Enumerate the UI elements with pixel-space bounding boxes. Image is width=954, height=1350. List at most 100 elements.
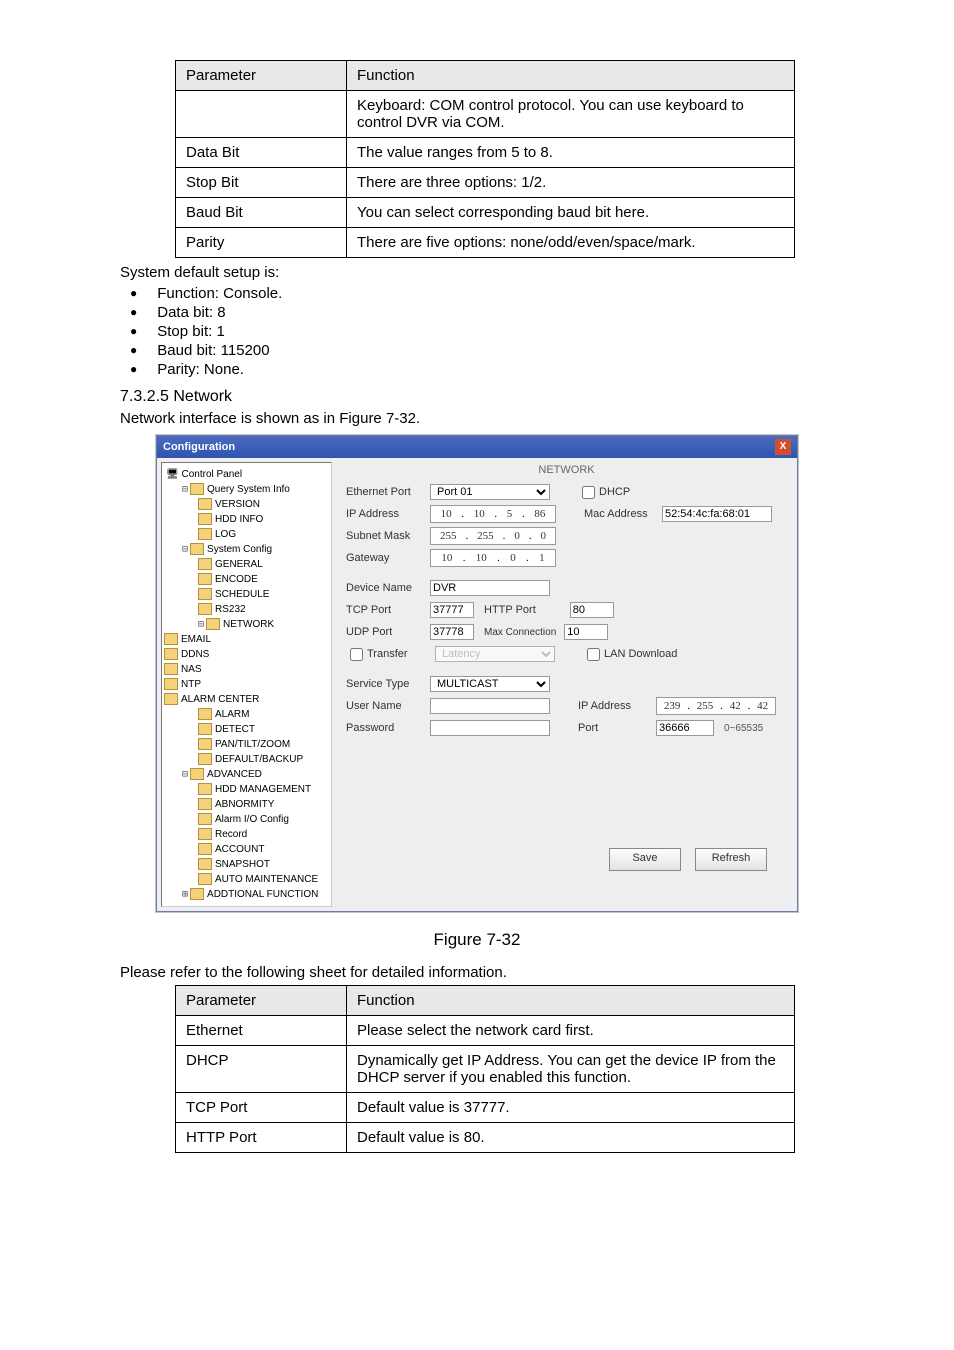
network-parameter-table: Parameter Function EthernetPlease select… <box>175 985 795 1153</box>
gateway-label: Gateway <box>346 552 430 564</box>
udp-port-input[interactable] <box>430 624 474 640</box>
table-row: Data BitThe value ranges from 5 to 8. <box>176 138 795 168</box>
col-parameter: Parameter <box>176 61 347 91</box>
folder-icon <box>164 693 178 705</box>
tree-node[interactable]: RS232 <box>164 602 329 617</box>
folder-icon <box>198 708 212 720</box>
folder-icon <box>164 678 178 690</box>
password-input[interactable] <box>430 720 550 736</box>
tree-node[interactable]: HDD MANAGEMENT <box>164 782 329 797</box>
port-input[interactable] <box>656 720 714 736</box>
http-port-label: HTTP Port <box>484 604 536 616</box>
folder-icon <box>206 618 220 630</box>
transfer-label: Transfer <box>367 648 435 660</box>
max-connection-input[interactable] <box>564 624 608 640</box>
device-name-label: Device Name <box>346 582 430 594</box>
configuration-window: Configuration X 🖥 Control Panel ⊟Query S… <box>156 435 798 912</box>
latency-select: Latency <box>435 646 555 662</box>
folder-icon <box>198 738 212 750</box>
table-row: Baud BitYou can select corresponding bau… <box>176 198 795 228</box>
tree-node[interactable]: ACCOUNT <box>164 842 329 857</box>
tree-node[interactable]: Record <box>164 827 329 842</box>
tree-node[interactable]: ⊟System Config <box>164 542 329 557</box>
table-row: ParityThere are five options: none/odd/e… <box>176 228 795 258</box>
save-button[interactable]: Save <box>609 848 681 871</box>
user-name-label: User Name <box>346 700 430 712</box>
tree-node[interactable]: DETECT <box>164 722 329 737</box>
panel-title: NETWORK <box>346 464 787 476</box>
bullet-item: Data bit: 8 <box>130 304 834 321</box>
figure-caption: Figure 7-32 <box>120 930 834 950</box>
tree-node[interactable]: SNAPSHOT <box>164 857 329 872</box>
folder-icon <box>190 543 204 555</box>
tree-node[interactable]: VERSION <box>164 497 329 512</box>
folder-icon <box>198 573 212 585</box>
gateway-input[interactable]: 10. 10. 0. 1 <box>430 549 556 567</box>
folder-icon <box>198 813 212 825</box>
tree-node[interactable]: PAN/TILT/ZOOM <box>164 737 329 752</box>
col-function: Function <box>347 61 795 91</box>
table-row: EthernetPlease select the network card f… <box>176 1016 795 1046</box>
network-intro-text: Network interface is shown as in Figure … <box>120 410 834 427</box>
tcp-port-input[interactable] <box>430 602 474 618</box>
table-row: TCP PortDefault value is 37777. <box>176 1093 795 1123</box>
ethernet-port-select[interactable]: Port 01 <box>430 484 550 500</box>
lan-download-checkbox[interactable] <box>587 648 600 661</box>
tree-node[interactable]: SCHEDULE <box>164 587 329 602</box>
table-row: Stop BitThere are three options: 1/2. <box>176 168 795 198</box>
folder-icon <box>198 798 212 810</box>
folder-icon <box>198 828 212 840</box>
tree-node[interactable]: DDNS <box>164 647 329 662</box>
table-row: Keyboard: COM control protocol. You can … <box>176 91 795 138</box>
folder-icon <box>164 663 178 675</box>
user-name-input[interactable] <box>430 698 550 714</box>
tree-node[interactable]: NAS <box>164 662 329 677</box>
table-row: DHCPDynamically get IP Address. You can … <box>176 1046 795 1093</box>
tree-node[interactable]: EMAIL <box>164 632 329 647</box>
tree-node[interactable]: HDD INFO <box>164 512 329 527</box>
tree-node[interactable]: GENERAL <box>164 557 329 572</box>
folder-icon <box>198 498 212 510</box>
service-type-label: Service Type <box>346 678 430 690</box>
service-type-select[interactable]: MULTICAST <box>430 676 550 692</box>
transfer-checkbox[interactable] <box>350 648 363 661</box>
tree-node[interactable]: ALARM CENTER <box>164 692 329 707</box>
tree-node[interactable]: DEFAULT/BACKUP <box>164 752 329 767</box>
subnet-mask-input[interactable]: 255. 255. 0. 0 <box>430 527 556 545</box>
window-titlebar[interactable]: Configuration X <box>157 436 797 458</box>
tree-node[interactable]: ⊟NETWORK <box>164 617 329 632</box>
udp-port-label: UDP Port <box>346 626 430 638</box>
tree-node[interactable]: ALARM <box>164 707 329 722</box>
http-port-input[interactable] <box>570 602 614 618</box>
tree-node[interactable]: ABNORMITY <box>164 797 329 812</box>
tree-node[interactable]: ⊟ADVANCED <box>164 767 329 782</box>
folder-icon <box>198 843 212 855</box>
folder-icon <box>190 483 204 495</box>
device-name-input[interactable] <box>430 580 550 596</box>
tree-node[interactable]: Alarm I/O Config <box>164 812 329 827</box>
section-heading: 7.3.2.5 Network <box>120 388 834 406</box>
bullet-item: Stop bit: 1 <box>130 323 834 340</box>
subnet-mask-label: Subnet Mask <box>346 530 430 542</box>
tree-root[interactable]: 🖥 Control Panel <box>164 467 329 482</box>
ip-address2-input[interactable]: 239. 255. 42. 42 <box>656 697 776 715</box>
password-label: Password <box>346 722 430 734</box>
folder-icon <box>198 783 212 795</box>
dhcp-label: DHCP <box>599 486 630 498</box>
tree-node[interactable]: ENCODE <box>164 572 329 587</box>
nav-tree[interactable]: 🖥 Control Panel ⊟Query System InfoVERSIO… <box>161 462 332 907</box>
mac-address-input[interactable] <box>662 506 772 522</box>
tree-node[interactable]: ⊟Query System Info <box>164 482 329 497</box>
dhcp-checkbox[interactable] <box>582 486 595 499</box>
ip-address-input[interactable]: 10. 10. 5. 86 <box>430 505 556 523</box>
tree-node[interactable]: AUTO MAINTENANCE <box>164 872 329 887</box>
tree-node[interactable]: NTP <box>164 677 329 692</box>
ip-address-label: IP Address <box>346 508 430 520</box>
folder-icon <box>190 888 204 900</box>
tree-node[interactable]: ⊞ADDTIONAL FUNCTION <box>164 887 329 902</box>
refresh-button[interactable]: Refresh <box>695 848 767 871</box>
folder-icon <box>198 873 212 885</box>
folder-icon <box>198 588 212 600</box>
close-icon[interactable]: X <box>775 439 791 455</box>
tree-node[interactable]: LOG <box>164 527 329 542</box>
